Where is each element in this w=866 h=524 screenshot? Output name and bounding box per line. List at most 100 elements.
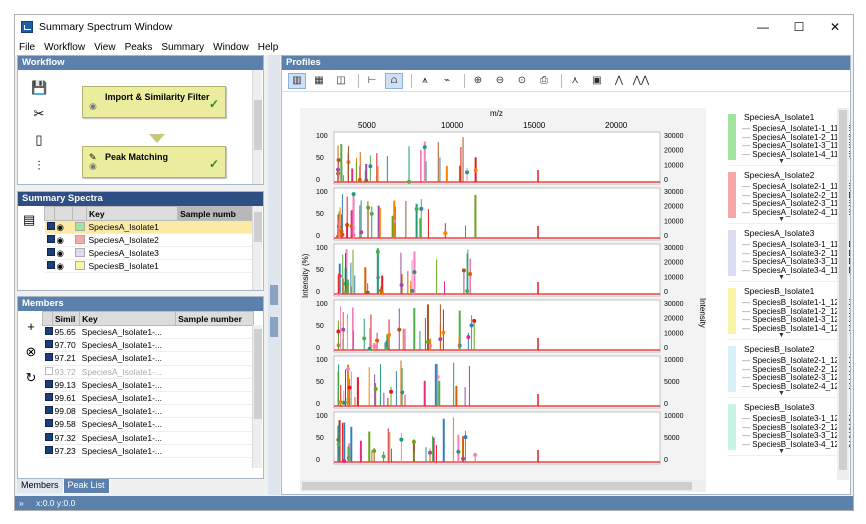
table-row[interactable]: 93.72 SpeciesA_Isolate1-...	[42, 365, 254, 379]
spectrum-panel[interactable]: 100 50 0 10000 5000 0	[316, 411, 684, 465]
column-simil[interactable]: Simil	[51, 311, 81, 326]
page-icon[interactable]: ▯	[31, 132, 47, 148]
spectra-scrollbar[interactable]	[252, 206, 262, 290]
menu-file[interactable]: File	[19, 42, 35, 53]
legend-item[interactable]: SpeciesA_Isolate3-4_11021	[742, 266, 850, 276]
table-row[interactable]: ◉ SpeciesA_Isolate1	[44, 220, 252, 234]
row-checkbox[interactable]	[44, 406, 53, 415]
menu-peaks[interactable]: Peaks	[125, 42, 153, 53]
row-checkbox[interactable]	[44, 419, 53, 428]
tools-icon[interactable]: ✂	[31, 106, 47, 122]
legend-group[interactable]: SpeciesB_Isolate3SpeciesB_Isolate3-1_120…	[728, 398, 850, 456]
legend-item[interactable]: SpeciesB_Isolate2-4_12080	[742, 382, 850, 392]
spectrum-icon[interactable]: ⌁	[438, 73, 456, 89]
menu-window[interactable]: Window	[213, 42, 249, 53]
collapse-icon[interactable]: ▼	[778, 158, 785, 165]
row-checkbox[interactable]	[44, 340, 53, 349]
peak-icon[interactable]: ⩚	[416, 73, 434, 89]
workflow-scrollbar[interactable]	[252, 70, 262, 184]
legend-item[interactable]: SpeciesB_Isolate3-4_12072	[742, 440, 850, 450]
menu-help[interactable]: Help	[258, 42, 279, 53]
remove-icon[interactable]: ⊗	[22, 344, 40, 360]
collapse-icon[interactable]: ▼	[778, 390, 785, 397]
row-checkbox[interactable]	[46, 235, 55, 243]
export-icon[interactable]: ⎙	[535, 73, 553, 89]
column-key[interactable]: Key	[85, 206, 179, 221]
tab-peak-list[interactable]: Peak List	[63, 479, 110, 493]
collapse-icon[interactable]: ▼	[778, 216, 785, 223]
members-scrollbar[interactable]	[252, 325, 262, 468]
workflow-card-import[interactable]: Import & Similarity Filter ◉ ✓	[82, 86, 226, 118]
spectra-settings-icon[interactable]: ▤	[23, 212, 35, 228]
row-checkbox[interactable]	[44, 393, 53, 402]
eye-icon[interactable]: ◉	[89, 161, 97, 172]
legend-group[interactable]: SpeciesA_Isolate1SpeciesA_Isolate1-1_110…	[728, 108, 850, 166]
row-checkbox[interactable]	[44, 353, 53, 362]
zoom-in-icon[interactable]: ⊕	[469, 73, 487, 89]
tree-icon[interactable]: ⊢	[363, 73, 381, 89]
save-icon[interactable]: 💾	[31, 80, 47, 96]
row-checkbox[interactable]	[44, 445, 53, 454]
row-checkbox[interactable]	[44, 366, 53, 375]
legend-group[interactable]: SpeciesB_Isolate2SpeciesB_Isolate2-1_120…	[728, 340, 850, 398]
spectrum-panel[interactable]: 100 50 0 30000 20000 10000 0	[316, 131, 684, 185]
table-row[interactable]: 99.08 SpeciesA_Isolate1-...	[42, 404, 254, 419]
sliders-icon[interactable]: ⫶	[31, 158, 47, 174]
legend-group[interactable]: SpeciesA_Isolate2SpeciesA_Isolate2-1_110…	[728, 166, 850, 224]
add-peak-icon[interactable]: ⋏	[566, 73, 584, 89]
table-row[interactable]: ◉ SpeciesA_Isolate2	[44, 233, 252, 247]
table-row[interactable]: 97.70 SpeciesA_Isolate1-...	[42, 338, 254, 353]
stacked-view-icon[interactable]: ▥	[288, 72, 306, 89]
eye-icon[interactable]: ◉	[54, 259, 73, 273]
collapse-icon[interactable]: ▼	[778, 332, 785, 339]
eye-icon[interactable]: ◉	[54, 233, 73, 247]
row-checkbox[interactable]	[44, 432, 53, 441]
menu-view[interactable]: View	[94, 42, 116, 53]
eye-icon[interactable]: ◉	[54, 220, 73, 234]
overlay-icon[interactable]: ⩍	[385, 72, 403, 89]
table-row[interactable]: 95.65 SpeciesA_Isolate1-...	[42, 325, 254, 340]
row-checkbox[interactable]	[44, 379, 53, 388]
table-row[interactable]: 97.32 SpeciesA_Isolate1-...	[42, 431, 254, 445]
maximize-button[interactable]: ☐	[781, 20, 817, 34]
legend-item[interactable]: SpeciesA_Isolate2-4_11013	[742, 208, 850, 218]
legend-scrollbar[interactable]	[837, 108, 849, 480]
table-row[interactable]: 97.23 SpeciesA_Isolate1-...	[42, 444, 254, 458]
row-checkbox[interactable]	[46, 248, 55, 256]
split-view-icon[interactable]: ◫	[332, 73, 350, 89]
spectrum-panel[interactable]: 100 50 0 30000 20000 10000 0	[316, 187, 684, 241]
chart-icon[interactable]: ▣	[588, 73, 606, 89]
workflow-card-peak-matching[interactable]: ✎ Peak Matching ◉ ✓	[82, 146, 226, 178]
row-checkbox[interactable]	[44, 327, 53, 336]
tab-members[interactable]: Members	[17, 479, 64, 493]
table-row[interactable]: ◉ SpeciesA_Isolate3	[44, 246, 252, 260]
plot-h-scrollbar[interactable]	[300, 480, 706, 492]
row-checkbox[interactable]	[46, 222, 55, 230]
collapse-icon[interactable]: ▼	[778, 274, 785, 281]
pane-splitter[interactable]	[268, 55, 280, 495]
add-icon[interactable]: +	[22, 319, 40, 334]
zoom-reset-icon[interactable]: ⊙	[513, 73, 531, 89]
spectrum-panel[interactable]: 100 50 0 30000 20000 10000 0	[316, 243, 684, 297]
grid-view-icon[interactable]: ▦	[310, 73, 328, 89]
compare-icon[interactable]: ⋀⋀	[632, 73, 650, 89]
legend-group[interactable]: SpeciesA_Isolate3SpeciesA_Isolate3-1_110…	[728, 224, 850, 282]
annotate-icon[interactable]: ⋀	[610, 73, 628, 89]
menu-summary[interactable]: Summary	[161, 42, 204, 53]
legend-item[interactable]: SpeciesA_Isolate1-4_11013	[742, 150, 850, 160]
legend-group[interactable]: SpeciesB_Isolate1SpeciesB_Isolate1-1_120…	[728, 282, 850, 340]
table-row[interactable]: 99.58 SpeciesA_Isolate1-...	[42, 417, 254, 432]
eye-icon[interactable]: ◉	[54, 246, 73, 260]
column-sample-number[interactable]: Sample number	[175, 311, 254, 326]
spectrum-panel[interactable]: 100 50 0 30000 20000 10000 0	[316, 299, 684, 353]
column-key[interactable]: Key	[79, 311, 177, 326]
legend-item[interactable]: SpeciesB_Isolate1-4_12073	[742, 324, 850, 334]
close-button[interactable]: ✕	[817, 20, 853, 34]
row-checkbox[interactable]	[46, 261, 55, 269]
spectra-plot[interactable]: m/z 5000 10000 15000 20000 100 50 0 30000 20000…	[300, 108, 707, 480]
refresh-icon[interactable]: ↻	[22, 370, 40, 386]
table-row[interactable]: 97.21 SpeciesA_Isolate1-...	[42, 351, 254, 366]
table-row[interactable]: 99.13 SpeciesA_Isolate1-...	[42, 378, 254, 392]
zoom-out-icon[interactable]: ⊖	[491, 73, 509, 89]
spectra-chart[interactable]: m/z 5000 10000 15000 20000 1005003000020000…	[300, 108, 707, 480]
